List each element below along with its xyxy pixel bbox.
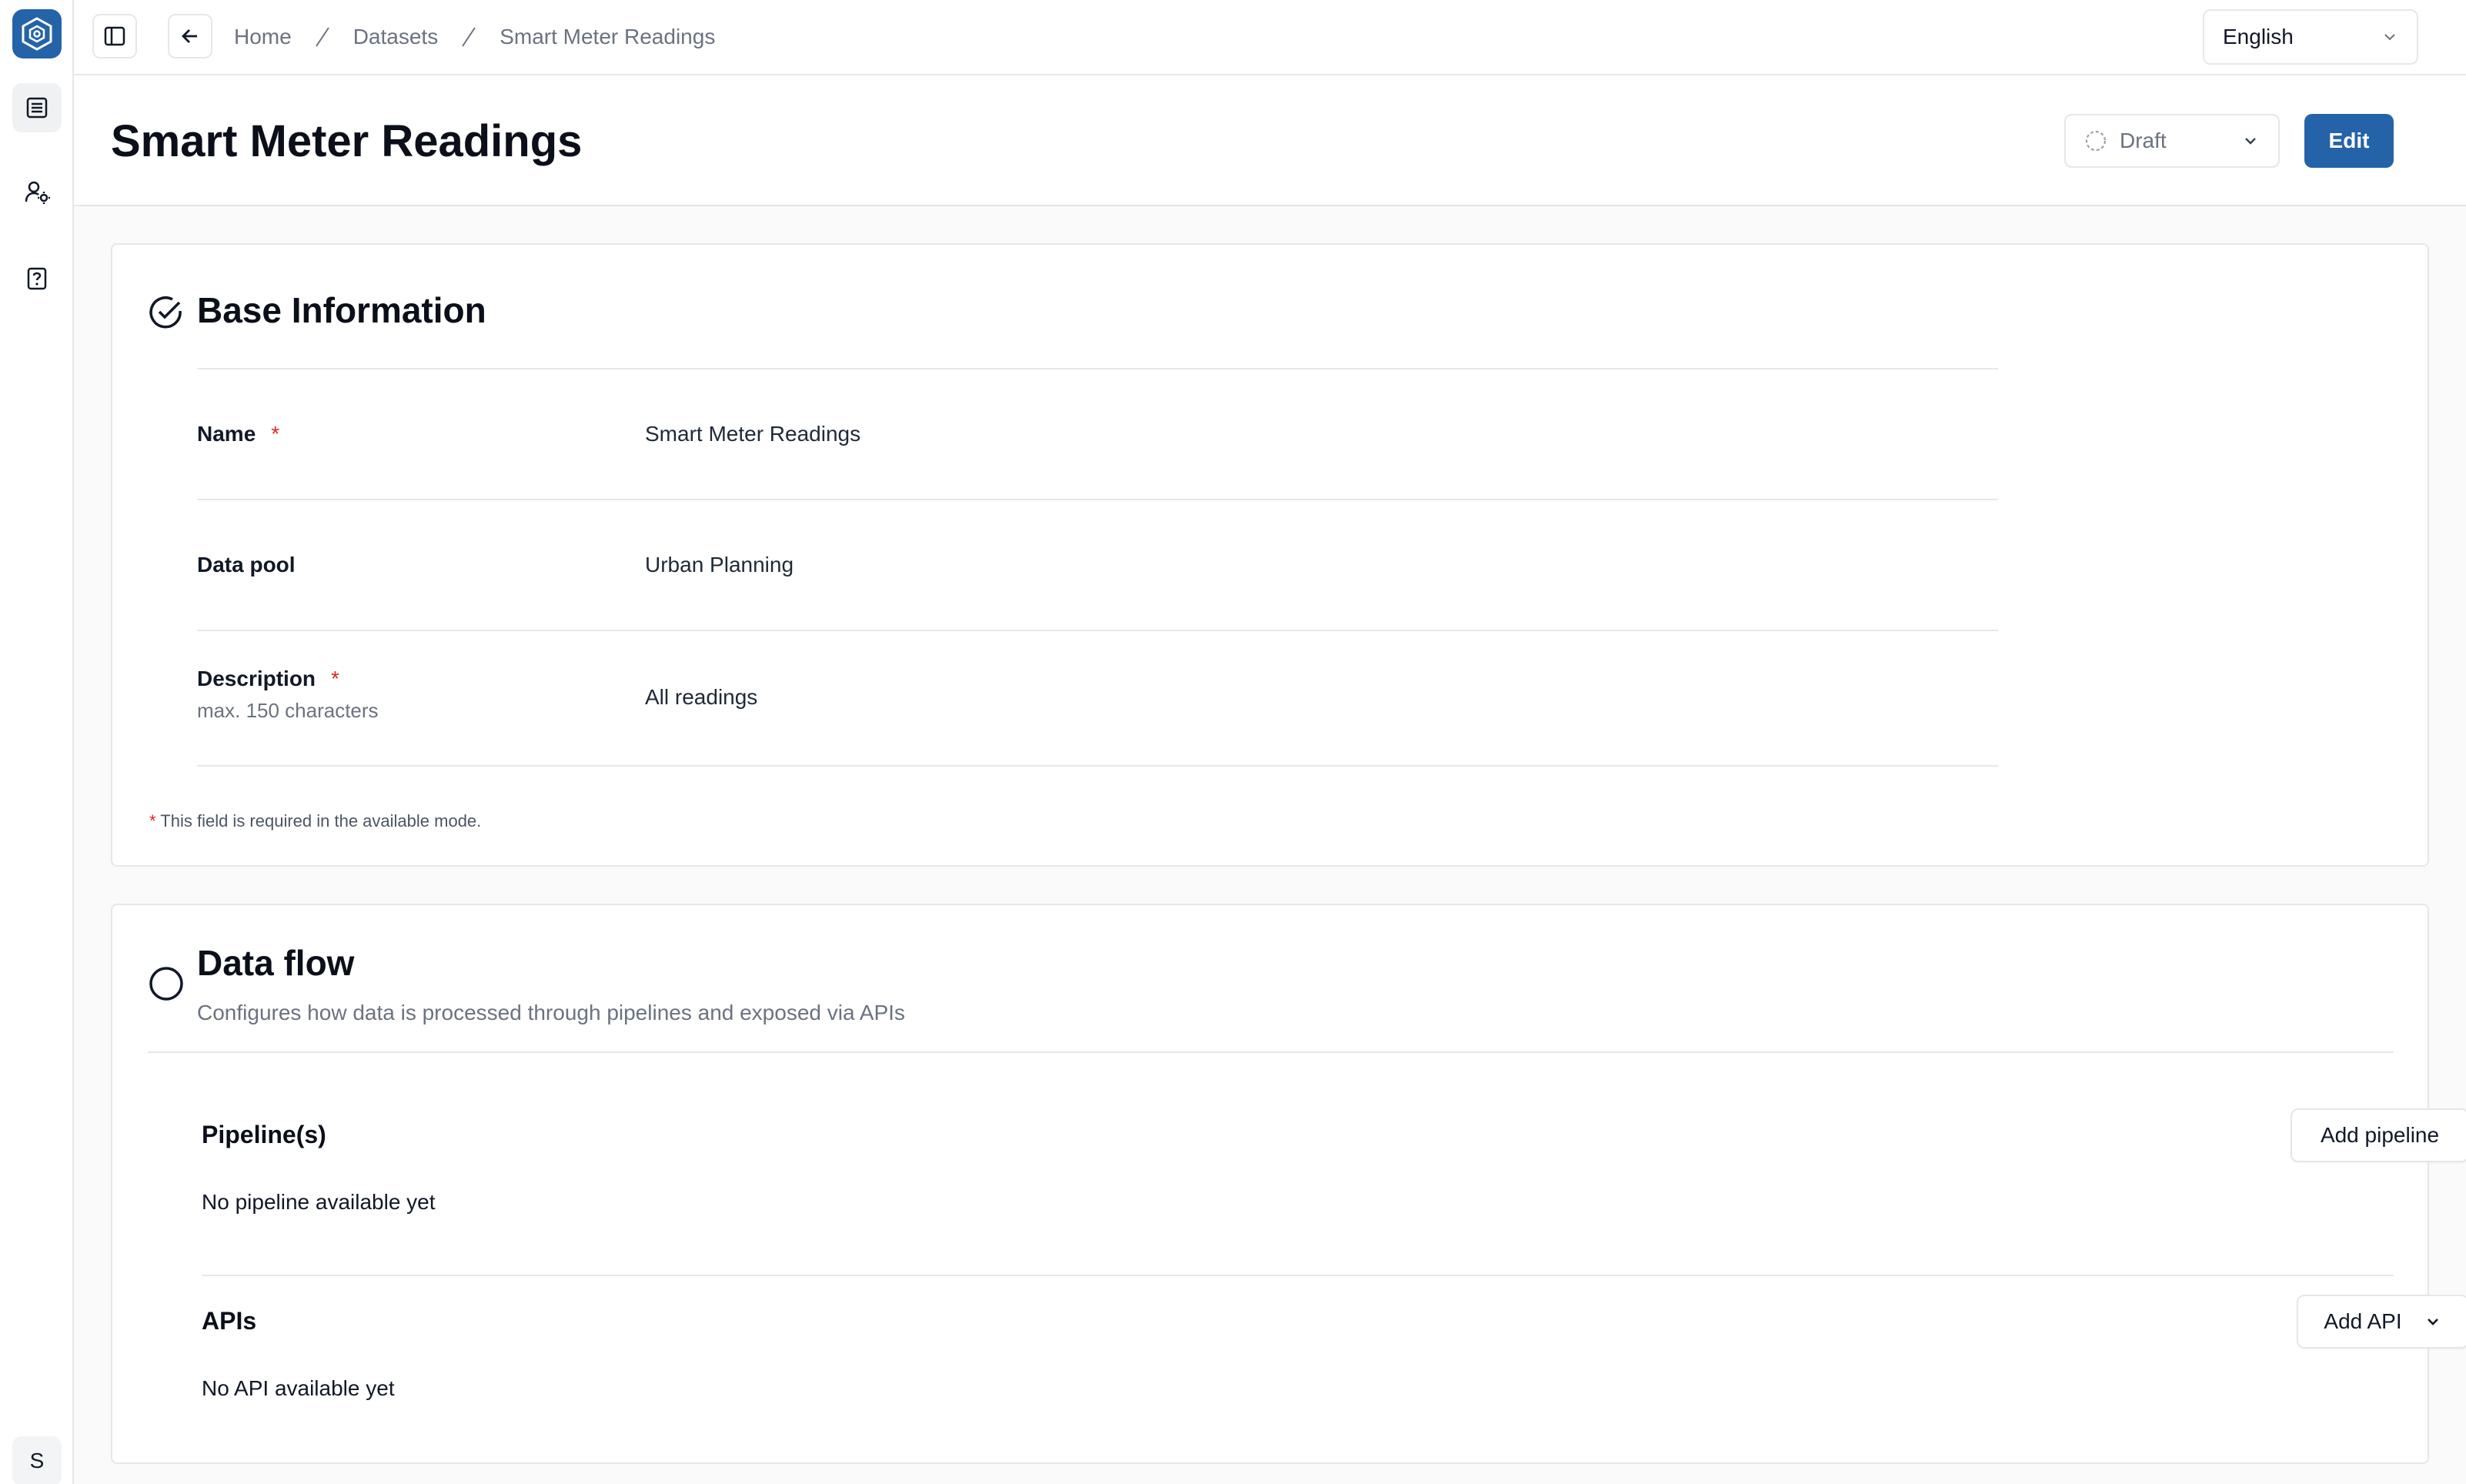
name-label-text: Name [197, 422, 256, 446]
data-pool-label: Data pool [197, 553, 296, 577]
divider [202, 1275, 2394, 1276]
divider [197, 368, 1998, 369]
divider [197, 630, 1998, 631]
add-api-label: Add API [2324, 1309, 2402, 1333]
top-bar: Home Datasets Smart Meter Readings Engli… [74, 0, 2466, 75]
back-button[interactable] [168, 14, 212, 58]
sidebar-item-datasets[interactable] [12, 83, 62, 132]
add-pipeline-button[interactable]: Add pipeline [2291, 1108, 2466, 1162]
page-title: Smart Meter Readings [111, 116, 583, 166]
required-footnote-text: This field is required in the available … [160, 811, 482, 831]
section-title: Base Information [197, 290, 486, 330]
apis-empty-text: No API available yet [202, 1376, 395, 1400]
sidebar-item-users[interactable] [12, 168, 62, 217]
base-information-card: Base Information Name * Smart Meter Readi… [111, 243, 2429, 867]
slash-separator-icon [462, 27, 476, 47]
pipelines-empty-text: No pipeline available yet [202, 1190, 436, 1214]
toggle-sidebar-button[interactable] [92, 14, 137, 58]
language-select-value: English [2223, 25, 2294, 48]
section-title: Data flow [197, 943, 355, 983]
add-pipeline-label: Add pipeline [2320, 1123, 2440, 1147]
data-flow-card: Data flow Configures how data is process… [111, 904, 2466, 1464]
check-circle-icon [149, 296, 182, 329]
main-content: Base Information Name * Smart Meter Readi… [74, 206, 2466, 1484]
data-pool-value: Urban Planning [645, 553, 794, 577]
language-select[interactable]: English [2203, 9, 2418, 65]
hexagon-logo-icon [22, 17, 52, 51]
sidebar-toggle-icon [104, 26, 125, 46]
slash-separator-icon [315, 27, 329, 47]
chevron-down-icon [2245, 138, 2256, 145]
description-label: Description * [197, 667, 339, 691]
sidebar-item-help[interactable] [12, 254, 62, 303]
required-footnote: * This field is required in the availabl… [149, 811, 481, 831]
user-avatar[interactable]: S [12, 1436, 62, 1484]
divider [197, 765, 1998, 767]
edit-button[interactable]: Edit [2304, 114, 2394, 168]
description-value: All readings [645, 685, 758, 709]
status-select[interactable]: Draft [2064, 114, 2280, 168]
breadcrumb-current: Smart Meter Readings [500, 25, 716, 48]
required-asterisk: * [331, 667, 339, 690]
dashed-circle-icon [2085, 130, 2107, 152]
name-label: Name * [197, 422, 279, 446]
chevron-down-icon [2384, 34, 2395, 41]
divider [197, 499, 1998, 500]
section-subtitle: Configures how data is processed through… [197, 1001, 905, 1024]
required-asterisk: * [271, 422, 280, 446]
apis-heading: APIs [202, 1307, 257, 1335]
breadcrumb-home[interactable]: Home [234, 25, 292, 49]
app-logo[interactable] [12, 9, 62, 58]
help-document-icon [27, 267, 47, 290]
chevron-down-icon [2427, 1319, 2438, 1325]
page-header: Smart Meter Readings Draft Edit [74, 75, 2466, 206]
required-asterisk: * [149, 811, 156, 831]
empty-circle-icon [149, 967, 183, 1001]
description-label-text: Description [197, 667, 316, 690]
list-icon [26, 97, 48, 119]
arrow-left-icon [182, 29, 197, 43]
description-hint: max. 150 characters [197, 699, 379, 722]
user-settings-icon [25, 181, 50, 204]
status-select-value: Draft [2120, 129, 2167, 152]
add-api-button[interactable]: Add API [2297, 1295, 2466, 1349]
divider [148, 1051, 2394, 1053]
breadcrumb-datasets[interactable]: Datasets [353, 25, 439, 49]
breadcrumb: Home Datasets Smart Meter Readings [234, 22, 715, 52]
sidebar: S [0, 0, 74, 1484]
name-value: Smart Meter Readings [645, 422, 861, 446]
pipelines-heading: Pipeline(s) [202, 1121, 326, 1148]
